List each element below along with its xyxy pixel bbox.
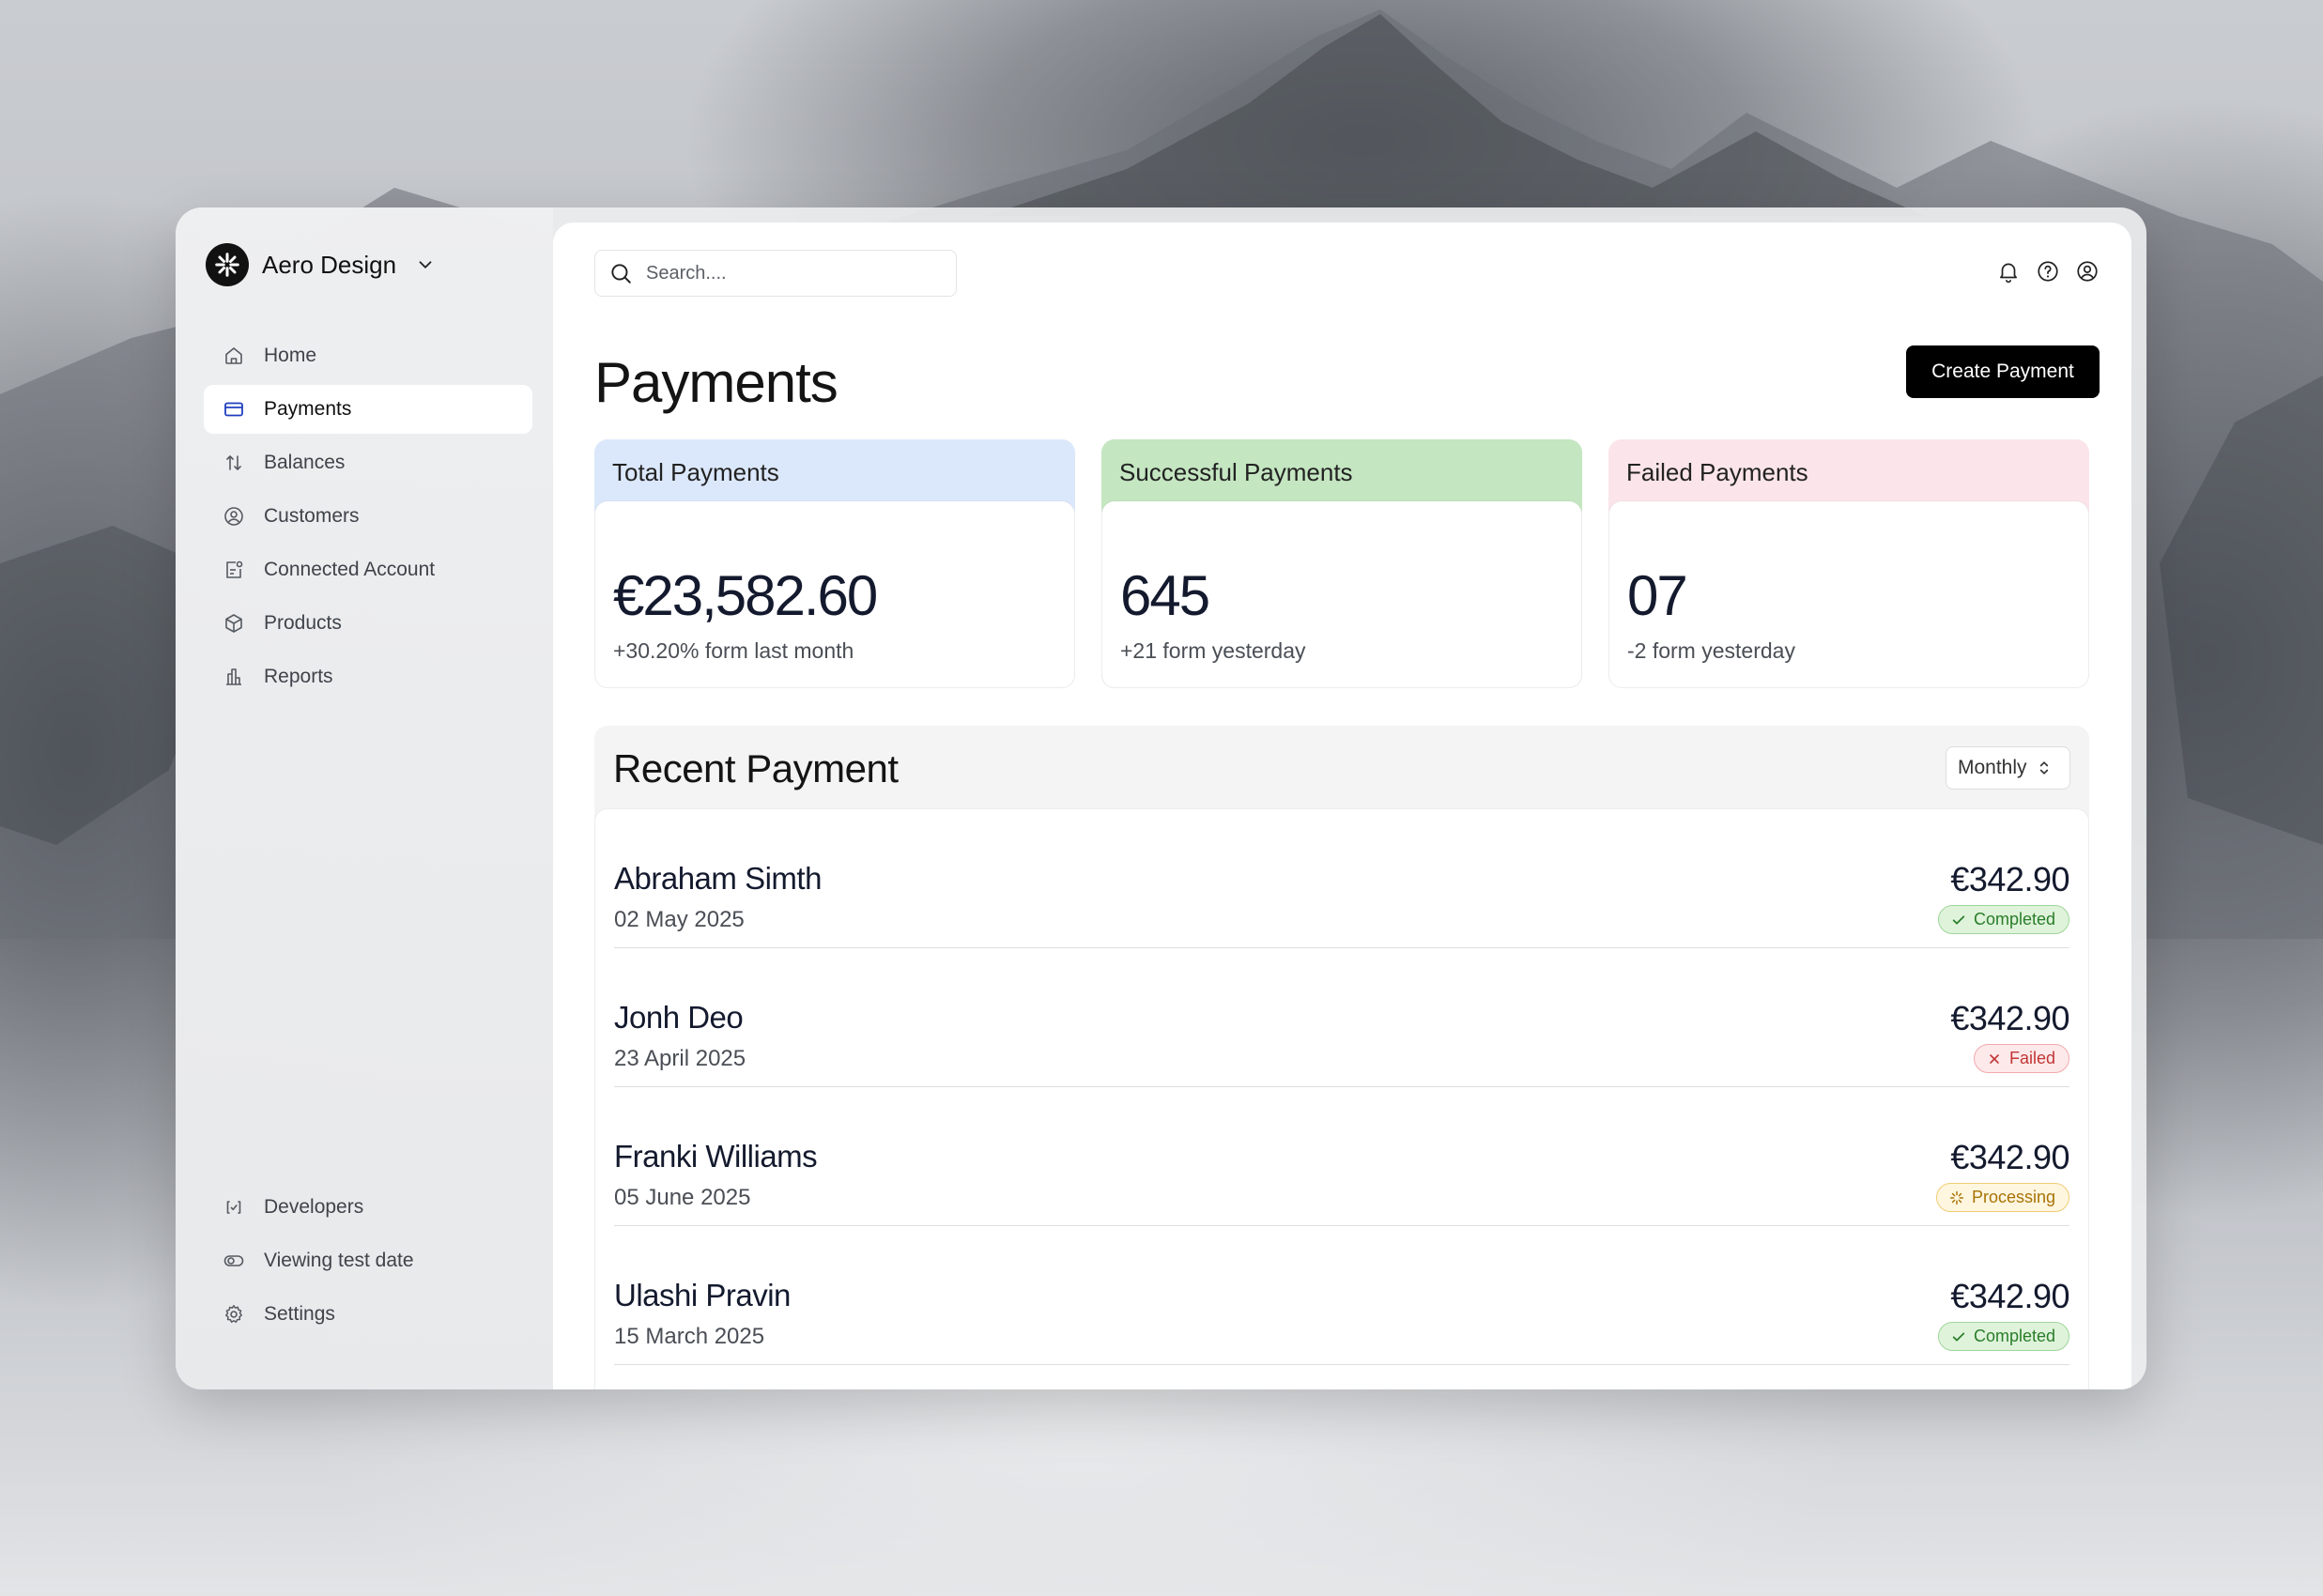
sidebar-item-test-data[interactable]: Viewing test date bbox=[204, 1236, 532, 1285]
help-button[interactable] bbox=[2036, 259, 2060, 284]
create-payment-button[interactable]: Create Payment bbox=[1906, 345, 2100, 398]
section-title: Recent Payment bbox=[613, 746, 899, 790]
sidebar-item-label: Products bbox=[264, 612, 342, 634]
status-label: Processing bbox=[1971, 1188, 2055, 1206]
asterisk-logo-icon bbox=[215, 253, 239, 277]
stats-row: Total Payments €23,582.60 +30.20% form l… bbox=[594, 439, 2089, 688]
workspace-switcher[interactable]: Aero Design bbox=[206, 243, 436, 286]
stat-value: €23,582.60 bbox=[613, 564, 878, 627]
gear-icon bbox=[225, 1305, 242, 1323]
app-window: Aero Design Home Payments Balances Custo… bbox=[176, 207, 2146, 1389]
check-icon bbox=[1952, 1331, 1965, 1342]
sidebar-item-reports[interactable]: Reports bbox=[204, 652, 532, 701]
sidebar-item-balances[interactable]: Balances bbox=[204, 438, 532, 487]
user-circle-icon bbox=[224, 507, 243, 526]
bell-icon bbox=[2000, 263, 2017, 284]
header-actions bbox=[1996, 259, 2100, 284]
stat-body: €23,582.60 +30.20% form last month bbox=[594, 501, 1075, 688]
search-box[interactable] bbox=[594, 250, 957, 297]
payment-date: 23 April 2025 bbox=[614, 1046, 746, 1071]
page-title: Payments bbox=[594, 351, 838, 414]
period-select-value: Monthly bbox=[1958, 757, 2027, 778]
account-icon bbox=[2077, 261, 2098, 282]
customer-name: Abraham Simth bbox=[614, 861, 822, 896]
sidebar-nav: Home Payments Balances Customers Connect… bbox=[204, 331, 532, 706]
chevron-down-icon bbox=[419, 261, 432, 269]
sidebar-item-label: Connected Account bbox=[264, 559, 436, 580]
payments-list: Abraham Simth 02 May 2025 €342.90 Comple… bbox=[594, 808, 2089, 1389]
arrows-up-down-icon bbox=[226, 455, 241, 470]
customer-name: Franki Williams bbox=[614, 1139, 818, 1174]
stat-change: -2 form yesterday bbox=[1627, 638, 1795, 663]
sidebar-bottom-nav: Developers Viewing test date Settings bbox=[204, 1183, 532, 1343]
payment-row[interactable]: Ulashi Pravin 15 March 2025 €342.90 Comp… bbox=[614, 1226, 2069, 1365]
stat-body: 645 +21 form yesterday bbox=[1101, 501, 1582, 688]
brand-name: Aero Design bbox=[262, 250, 397, 279]
stat-body: 07 -2 form yesterday bbox=[1608, 501, 2089, 688]
toggle-icon bbox=[223, 1255, 244, 1266]
payment-date: 15 March 2025 bbox=[614, 1324, 765, 1349]
payment-amount: €342.90 bbox=[1950, 860, 2069, 898]
check-icon bbox=[1952, 914, 1965, 925]
payment-date: 05 June 2025 bbox=[614, 1185, 751, 1210]
sidebar-item-label: Viewing test date bbox=[264, 1250, 414, 1271]
payment-row[interactable]: Franki Williams 05 June 2025 €342.90 Pro… bbox=[614, 1087, 2069, 1226]
sidebar-item-payments[interactable]: Payments bbox=[204, 385, 532, 434]
code-icon bbox=[226, 1201, 241, 1214]
payment-row[interactable]: Abraham Simth 02 May 2025 €342.90 Comple… bbox=[614, 809, 2069, 948]
search-icon bbox=[611, 264, 631, 284]
sidebar-item-label: Home bbox=[264, 345, 317, 366]
period-select[interactable]: Monthly bbox=[1946, 746, 2070, 790]
payment-amount: €342.90 bbox=[1950, 999, 2069, 1037]
payment-amount: €342.90 bbox=[1950, 1277, 2069, 1315]
sidebar: Aero Design Home Payments Balances Custo… bbox=[176, 207, 553, 1389]
stat-card-failed: Failed Payments 07 -2 form yesterday bbox=[1608, 439, 2089, 688]
status-label: Completed bbox=[1973, 1327, 2055, 1345]
stat-card-successful: Successful Payments 645 +21 form yesterd… bbox=[1101, 439, 1582, 688]
connected-account-icon bbox=[226, 560, 243, 578]
payment-date: 02 May 2025 bbox=[614, 907, 745, 932]
bar-chart-icon bbox=[226, 668, 241, 685]
payment-amount: €342.90 bbox=[1950, 1138, 2069, 1176]
sidebar-item-customers[interactable]: Customers bbox=[204, 492, 532, 541]
sidebar-item-label: Payments bbox=[264, 398, 352, 420]
stat-value: 645 bbox=[1120, 564, 1210, 627]
account-button[interactable] bbox=[2075, 259, 2100, 284]
stat-change: +30.20% form last month bbox=[613, 638, 854, 663]
credit-card-icon bbox=[224, 402, 243, 417]
payment-row[interactable]: Jonh Deo 23 April 2025 €342.90 Failed bbox=[614, 948, 2069, 1087]
box-icon bbox=[225, 614, 242, 633]
status-badge: Processing bbox=[1935, 1183, 2069, 1212]
recent-payments-panel: Recent Payment Monthly Abraham Simth 02 … bbox=[594, 726, 2089, 1389]
sidebar-item-developers[interactable]: Developers bbox=[204, 1183, 532, 1232]
sidebar-item-settings[interactable]: Settings bbox=[204, 1290, 532, 1339]
status-label: Completed bbox=[1973, 910, 2055, 928]
stat-card-total: Total Payments €23,582.60 +30.20% form l… bbox=[594, 439, 1075, 688]
sidebar-item-home[interactable]: Home bbox=[204, 331, 532, 380]
status-badge: Failed bbox=[1973, 1044, 2069, 1073]
sidebar-item-label: Balances bbox=[264, 452, 346, 473]
stat-value: 07 bbox=[1627, 564, 1688, 627]
sidebar-item-label: Settings bbox=[264, 1303, 335, 1325]
status-label: Failed bbox=[2008, 1049, 2055, 1067]
brand-logo bbox=[206, 243, 249, 286]
sidebar-item-label: Reports bbox=[264, 666, 333, 687]
chevron-up-down-icon bbox=[2039, 761, 2048, 775]
sidebar-item-label: Developers bbox=[264, 1196, 364, 1218]
main-panel: Payments Create Payment Total Payments €… bbox=[553, 223, 2131, 1389]
home-icon bbox=[225, 347, 242, 364]
customer-name: Jonh Deo bbox=[614, 1000, 744, 1035]
search-input[interactable] bbox=[646, 262, 928, 284]
customer-name: Ulashi Pravin bbox=[614, 1278, 791, 1312]
notifications-button[interactable] bbox=[1996, 259, 2021, 284]
loader-icon bbox=[1949, 1190, 1964, 1205]
close-icon bbox=[1990, 1053, 1999, 1064]
stat-change: +21 form yesterday bbox=[1120, 638, 1306, 663]
status-badge: Completed bbox=[1937, 1322, 2069, 1351]
status-badge: Completed bbox=[1937, 905, 2069, 934]
sidebar-item-connected-account[interactable]: Connected Account bbox=[204, 545, 532, 594]
sidebar-item-label: Customers bbox=[264, 505, 360, 527]
sidebar-item-products[interactable]: Products bbox=[204, 599, 532, 648]
help-icon bbox=[2038, 261, 2058, 282]
